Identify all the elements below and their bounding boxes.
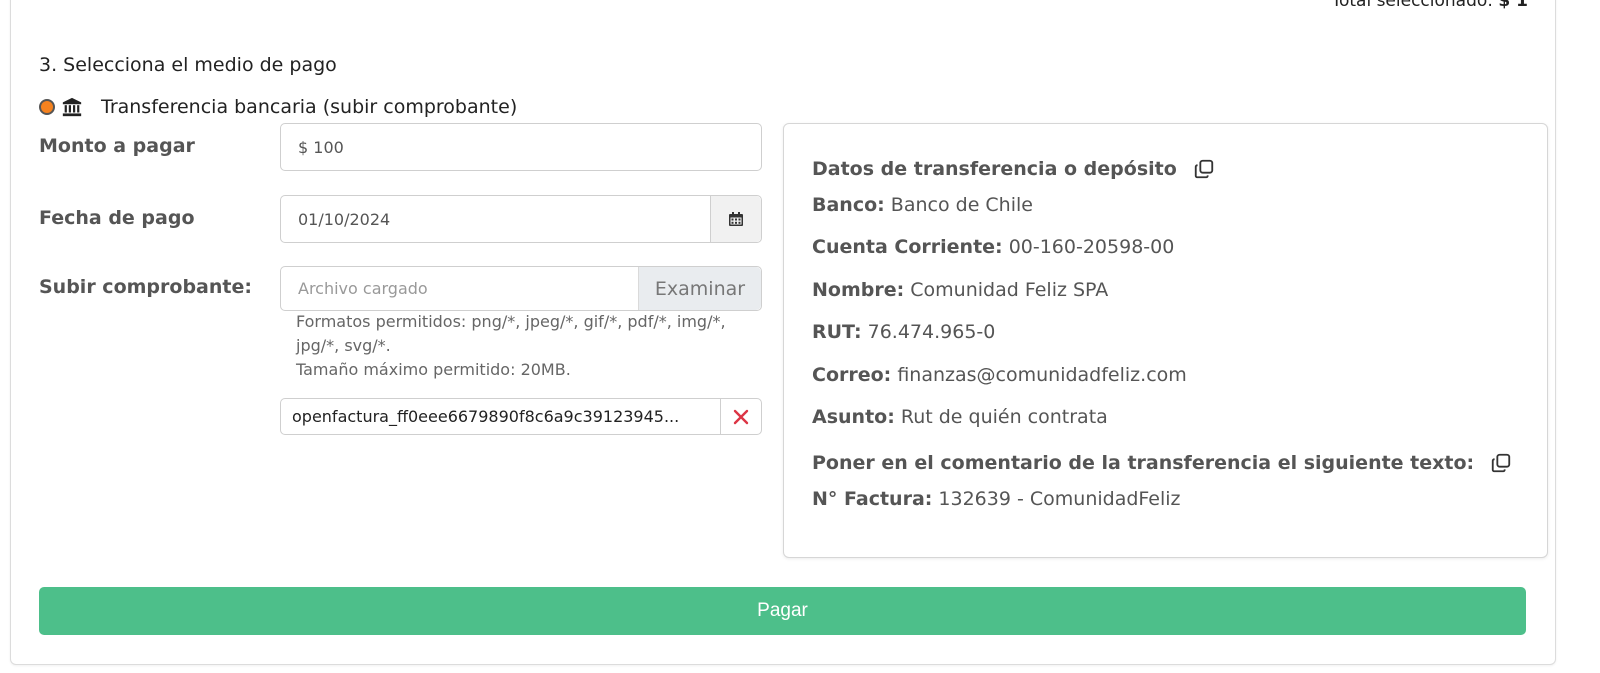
rut-value: 76.474.965-0	[867, 321, 996, 343]
browse-button[interactable]: Examinar	[638, 267, 761, 310]
account-value: 00-160-20598-00	[1008, 236, 1175, 258]
invoice-value: 132639 - ComunidadFeliz	[938, 488, 1181, 510]
upload-formats-text: Formatos permitidos: png/*, jpeg/*, gif/…	[296, 312, 726, 355]
total-label: Total seleccionado:	[1331, 0, 1494, 11]
uploaded-file: openfactura_ff0eee6679890f8c6a9c39123945…	[280, 398, 762, 435]
name-row: Nombre: Comunidad Feliz SPA	[812, 279, 1108, 301]
subject-value: Rut de quién contrata	[900, 406, 1108, 428]
uploaded-file-name: openfactura_ff0eee6679890f8c6a9c39123945…	[292, 407, 680, 426]
total-selected: Total seleccionado: $ 1	[1331, 0, 1528, 11]
name-value: Comunidad Feliz SPA	[910, 279, 1109, 301]
upload-label: Subir comprobante:	[39, 276, 252, 298]
rut-row: RUT: 76.474.965-0	[812, 321, 995, 343]
payment-method-option[interactable]: Transferencia bancaria (subir comprobant…	[39, 96, 517, 118]
subject-label: Asunto:	[812, 406, 895, 428]
bank-value: Banco de Chile	[890, 194, 1033, 216]
comment-title-text: Poner en el comentario de la transferenc…	[812, 452, 1475, 474]
account-label: Cuenta Corriente:	[812, 236, 1003, 258]
payment-method-label: Transferencia bancaria (subir comprobant…	[101, 96, 518, 118]
date-label: Fecha de pago	[39, 207, 195, 229]
calendar-button[interactable]	[710, 196, 761, 242]
upload-input[interactable]: Archivo cargado Examinar	[280, 266, 762, 311]
rut-label: RUT:	[812, 321, 862, 343]
amount-value: $ 100	[298, 137, 344, 157]
upload-max-size-text: Tamaño máximo permitido: 20MB.	[296, 360, 571, 379]
copy-icon[interactable]	[1193, 158, 1215, 180]
invoice-row: N° Factura: 132639 - ComunidadFeliz	[812, 488, 1181, 510]
email-value: finanzas@comunidadfeliz.com	[897, 364, 1187, 386]
copy-comment-icon[interactable]	[1490, 452, 1512, 474]
date-input[interactable]: 01/10/2024	[280, 195, 762, 243]
amount-input[interactable]: $ 100	[280, 123, 762, 171]
invoice-label: N° Factura:	[812, 488, 933, 510]
subject-row: Asunto: Rut de quién contrata	[812, 406, 1108, 428]
transfer-info-title-text: Datos de transferencia o depósito	[812, 158, 1177, 180]
transfer-info-title: Datos de transferencia o depósito	[812, 158, 1215, 180]
payment-method-radio[interactable]	[39, 99, 55, 115]
calendar-icon	[729, 212, 743, 226]
name-label: Nombre:	[812, 279, 905, 301]
bank-label: Banco:	[812, 194, 885, 216]
pay-button[interactable]: Pagar	[39, 587, 1526, 635]
email-label: Correo:	[812, 364, 892, 386]
total-value: $ 1	[1498, 0, 1528, 11]
bank-row: Banco: Banco de Chile	[812, 194, 1033, 216]
remove-file-button[interactable]	[720, 399, 761, 434]
transfer-info-panel: Datos de transferencia o depósito Banco:…	[783, 123, 1548, 558]
bank-icon	[62, 97, 82, 117]
amount-label: Monto a pagar	[39, 135, 195, 157]
account-row: Cuenta Corriente: 00-160-20598-00	[812, 236, 1174, 258]
date-value: 01/10/2024	[298, 209, 391, 229]
section-title: 3. Selecciona el medio de pago	[39, 54, 337, 76]
comment-title: Poner en el comentario de la transferenc…	[812, 452, 1512, 474]
email-row: Correo: finanzas@comunidadfeliz.com	[812, 364, 1187, 386]
upload-help: Formatos permitidos: png/*, jpeg/*, gif/…	[296, 310, 736, 382]
upload-placeholder: Archivo cargado	[298, 279, 428, 298]
close-icon	[733, 409, 749, 424]
